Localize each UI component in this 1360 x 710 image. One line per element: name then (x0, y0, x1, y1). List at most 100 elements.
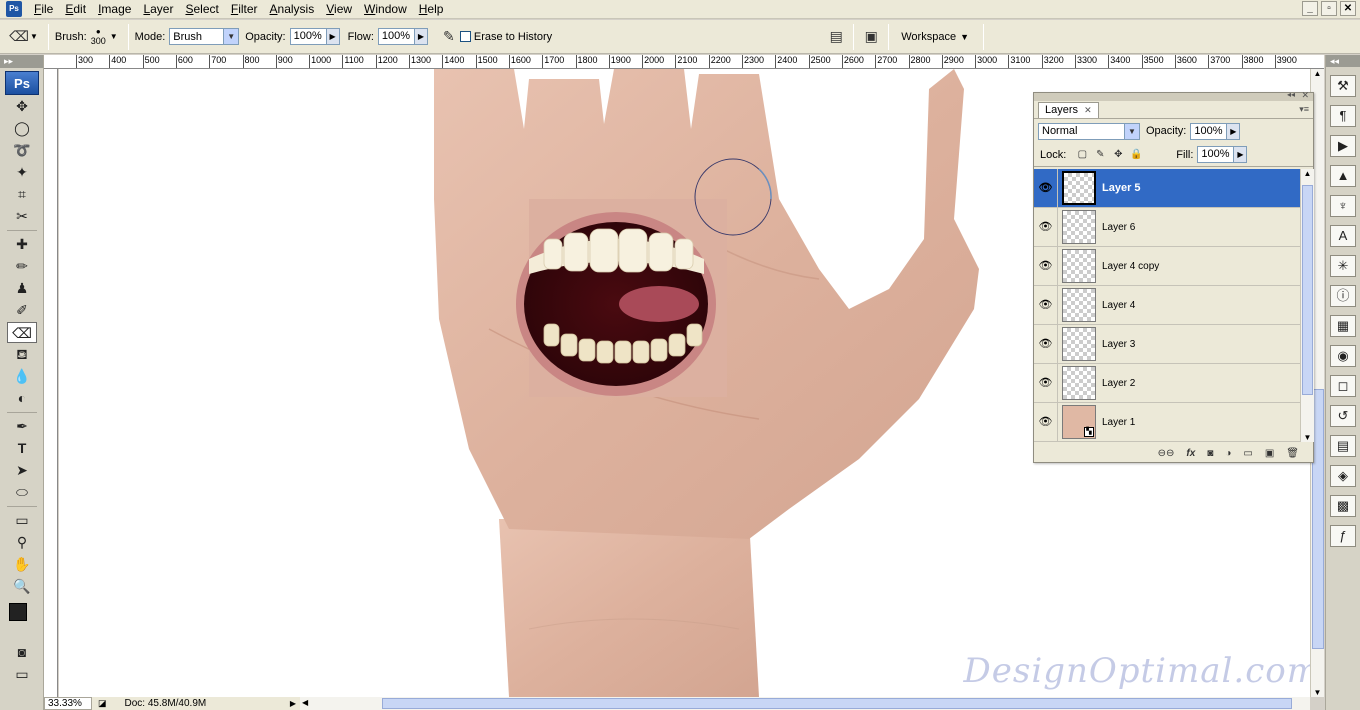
menu-layer[interactable]: Layer (137, 0, 179, 19)
restore-button[interactable]: ▫ (1321, 1, 1337, 16)
adjustment-layer-icon[interactable]: ◑ (1225, 448, 1231, 459)
actions-icon[interactable]: ▶ (1330, 135, 1356, 157)
screen-mode-icon[interactable]: ▭ (7, 664, 37, 685)
menu-window[interactable]: Window (358, 0, 413, 19)
lock-position-icon[interactable]: ✥ (1112, 149, 1124, 161)
menu-file[interactable]: File (28, 0, 59, 19)
lasso-tool-icon[interactable]: ➰ (7, 140, 37, 161)
panel-close-icon[interactable]: ✕ (1301, 90, 1309, 101)
fill-field[interactable]: 100% ▶ (1197, 146, 1248, 163)
menu-help[interactable]: Help (413, 0, 450, 19)
histogram-icon[interactable]: ▲ (1330, 165, 1356, 187)
layer-list-scrollbar[interactable]: ▲ ▼ (1300, 169, 1314, 442)
flow-field[interactable]: 100% ▶ (377, 28, 428, 45)
layer-list-scroll-thumb[interactable] (1302, 185, 1313, 395)
lock-all-icon[interactable]: 🔒 (1130, 149, 1142, 161)
erase-to-history-checkbox[interactable] (459, 31, 471, 42)
minimize-button[interactable]: _ (1302, 1, 1318, 16)
brush-tool-icon[interactable]: ✏ (7, 256, 37, 277)
new-layer-icon[interactable]: ▣ (1265, 448, 1274, 459)
marquee-tool-icon[interactable]: ◯ (7, 118, 37, 139)
menu-edit[interactable]: Edit (59, 0, 92, 19)
paint-bucket-tool-icon[interactable]: ⛾ (7, 344, 37, 365)
brush-picker[interactable]: ● 300 (91, 27, 106, 46)
layer-row[interactable]: 👁 Layer 3 (1034, 325, 1300, 364)
toolbox-collapse-icon[interactable]: ▸▸ (0, 55, 43, 68)
hand-tool-icon[interactable]: ✋ (7, 554, 37, 575)
eye-icon[interactable]: 👁 (1034, 325, 1058, 363)
eye-icon[interactable]: 👁 (1034, 247, 1058, 285)
clone-stamp-tool-icon[interactable]: ♟ (7, 278, 37, 299)
dock-collapse-icon[interactable]: ◂◂ (1326, 55, 1360, 67)
flyout-arrow-icon[interactable]: ▶ (413, 29, 427, 44)
eye-icon[interactable]: 👁 (1034, 364, 1058, 402)
panel-titlebar[interactable]: ◂◂ ✕ (1034, 90, 1313, 101)
character-icon[interactable]: A (1330, 225, 1356, 247)
scroll-up-icon[interactable]: ▲ (1311, 69, 1324, 78)
eye-icon[interactable]: 👁 (1034, 403, 1058, 441)
panel-collapse-icon[interactable]: ◂◂ (1287, 90, 1295, 99)
close-button[interactable]: ✕ (1340, 1, 1356, 16)
menu-select[interactable]: Select (179, 0, 224, 19)
close-icon[interactable]: ✕ (1084, 105, 1092, 115)
notes-tool-icon[interactable]: ▭ (7, 510, 37, 531)
chevron-down-icon[interactable]: ▼ (30, 32, 38, 41)
dodge-tool-icon[interactable]: ◐ (7, 388, 37, 409)
color-icon[interactable]: ▤ (1330, 435, 1356, 457)
add-mask-icon[interactable]: ◙ (1207, 448, 1213, 459)
channels-icon[interactable]: ◉ (1330, 345, 1356, 367)
menu-view[interactable]: View (320, 0, 358, 19)
tab-layers[interactable]: Layers ✕ (1038, 102, 1099, 118)
paragraph-icon[interactable]: ¶ (1330, 105, 1356, 127)
layer-opacity-field[interactable]: 100% ▶ (1190, 122, 1241, 140)
type-tool-icon[interactable]: T (7, 438, 37, 459)
eyedropper-tool-icon[interactable]: ⚲ (7, 532, 37, 553)
lock-transparent-icon[interactable]: ▢ (1076, 149, 1088, 161)
shape-tool-icon[interactable]: ⬭ (7, 482, 37, 503)
healing-brush-tool-icon[interactable]: ✚ (7, 234, 37, 255)
scroll-left-icon[interactable]: ◀ (302, 698, 308, 707)
layer-row[interactable]: 👁 Layer 4 copy (1034, 247, 1300, 286)
app-icon[interactable]: Ps (6, 1, 22, 17)
layer-row[interactable]: 👁 ▚ Layer 1 (1034, 403, 1300, 442)
link-layers-icon[interactable]: ⊖⊖ (1158, 448, 1175, 459)
blur-tool-icon[interactable]: 💧 (7, 366, 37, 387)
menu-image[interactable]: Image (92, 0, 137, 19)
scroll-up-icon[interactable]: ▲ (1301, 169, 1314, 178)
panel-menu-icon[interactable]: ▾≡ (1299, 104, 1309, 115)
layer-row[interactable]: 👁 Layer 5 (1034, 169, 1300, 208)
menu-analysis[interactable]: Analysis (264, 0, 321, 19)
layer-row[interactable]: 👁 Layer 6 (1034, 208, 1300, 247)
eraser-tool-icon[interactable]: ⌫ (7, 322, 37, 343)
crop-tool-icon[interactable]: ⌗ (7, 184, 37, 205)
chevron-down-icon[interactable]: ▼ (960, 32, 969, 42)
zoom-field[interactable]: 33.33% (44, 697, 92, 710)
fx-icon[interactable]: ƒ (1330, 525, 1356, 547)
layer-comps-icon[interactable]: ▦ (1330, 315, 1356, 337)
chevron-down-icon[interactable]: ▼ (110, 32, 118, 41)
status-arrow-icon[interactable]: ▶ (290, 699, 296, 708)
paths-icon[interactable]: ◻ (1330, 375, 1356, 397)
scroll-down-icon[interactable]: ▼ (1311, 688, 1324, 697)
layer-row[interactable]: 👁 Layer 4 (1034, 286, 1300, 325)
ps-logo[interactable]: Ps (5, 71, 39, 95)
mode-select[interactable]: Brush ▼ (169, 28, 240, 45)
history-brush-tool-icon[interactable]: ✐ (7, 300, 37, 321)
quick-mask-icon[interactable]: ◙ (7, 642, 37, 663)
scroll-down-icon[interactable]: ▼ (1301, 433, 1314, 442)
layer-row[interactable]: 👁 Layer 2 (1034, 364, 1300, 403)
status-menu-icon[interactable]: ◪ (98, 698, 107, 709)
bridge-icon[interactable]: ▣ (860, 26, 882, 48)
layer-style-icon[interactable]: fx (1186, 448, 1195, 459)
horizontal-scrollbar[interactable]: ◀ (300, 697, 1310, 710)
eye-icon[interactable]: 👁 (1034, 169, 1058, 207)
eye-icon[interactable]: 👁 (1034, 208, 1058, 246)
flyout-arrow-icon[interactable]: ▶ (1233, 147, 1247, 162)
path-selection-tool-icon[interactable]: ➤ (7, 460, 37, 481)
airbrush-icon[interactable]: ✎ (438, 26, 460, 48)
pen-tool-icon[interactable]: ✒ (7, 416, 37, 437)
palette-well-icon[interactable]: ▤ (825, 26, 847, 48)
workspace-button[interactable]: Workspace (901, 31, 956, 43)
flyout-arrow-icon[interactable]: ▶ (325, 29, 339, 44)
clone-source-icon[interactable]: ♆ (1330, 195, 1356, 217)
